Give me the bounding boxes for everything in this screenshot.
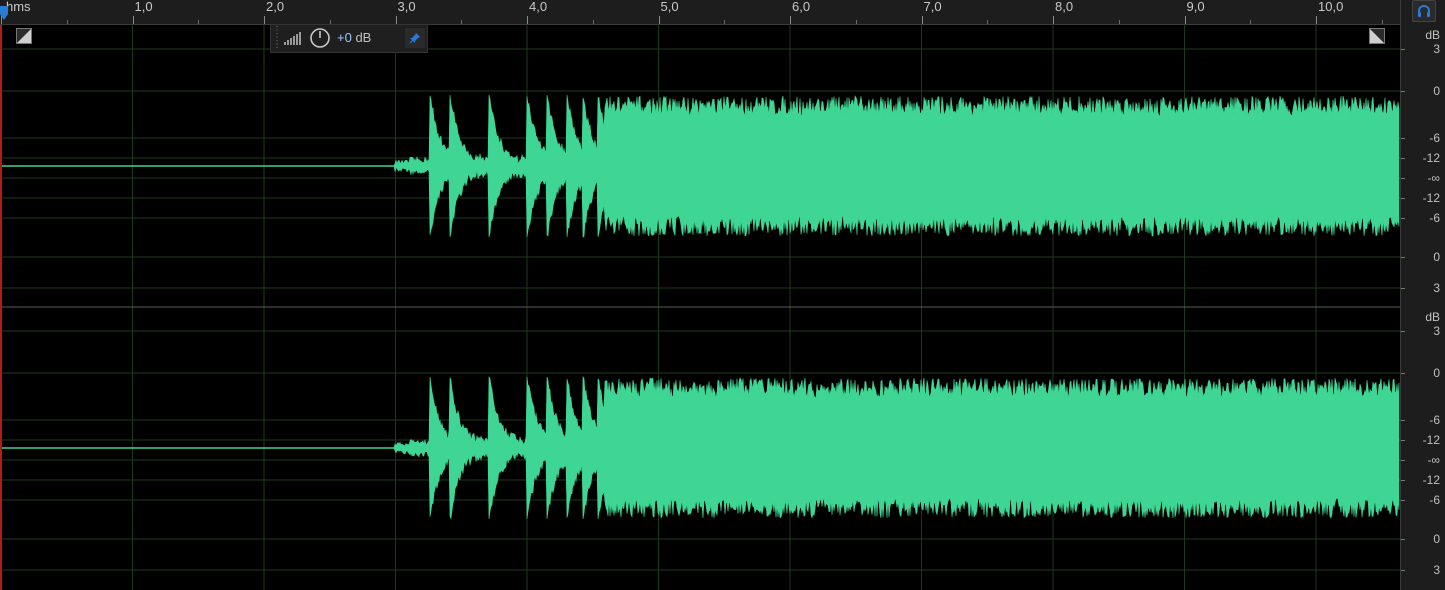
db-label: -12	[1422, 433, 1440, 447]
fade-in-icon[interactable]	[16, 28, 32, 44]
time-label: 7,0	[923, 0, 942, 14]
gain-unit: dB	[355, 30, 372, 45]
db-tick	[1401, 570, 1405, 571]
ruler-tick	[1184, 16, 1186, 24]
time-label: 3,0	[397, 0, 416, 14]
db-unit-label: dB	[1425, 28, 1440, 42]
ruler-tick	[1118, 20, 1120, 24]
db-tick	[1401, 138, 1405, 139]
db-unit-label: dB	[1425, 310, 1440, 324]
ruler-tick	[1381, 20, 1383, 24]
ruler-tick	[724, 20, 726, 24]
db-label: 3	[1433, 42, 1440, 56]
ruler-tick	[658, 16, 660, 24]
db-tick	[1401, 420, 1405, 421]
ruler-tick	[790, 16, 791, 24]
db-label: -12	[1422, 473, 1440, 487]
time-label: 10,0	[1318, 0, 1344, 14]
db-tick	[1401, 158, 1405, 159]
db-label: 3	[1433, 281, 1440, 295]
ruler-tick	[1053, 16, 1054, 24]
time-label: 5,0	[660, 0, 679, 14]
db-label: -∞	[1427, 171, 1440, 185]
db-tick	[1401, 500, 1405, 501]
time-unit-label: hms	[6, 0, 31, 14]
headphone-icon	[1418, 5, 1430, 17]
db-tick	[1401, 49, 1405, 50]
db-label: 3	[1433, 324, 1440, 338]
time-label: 8,0	[1055, 0, 1074, 14]
ruler-tick	[66, 20, 68, 24]
gain-knob-icon[interactable]	[309, 27, 331, 49]
gain-value: +0	[337, 30, 352, 45]
ruler-tick	[264, 16, 265, 24]
db-label: -6	[1429, 211, 1440, 225]
selection-start-line	[0, 25, 2, 590]
time-label: 1,0	[134, 0, 153, 14]
db-label: 0	[1433, 532, 1440, 546]
ruler-tick	[461, 20, 463, 24]
time-label: 2,0	[266, 0, 285, 14]
db-label: 3	[1433, 563, 1440, 577]
db-label: -6	[1429, 493, 1440, 507]
pin-icon	[409, 33, 420, 44]
gain-hud[interactable]: ⋮ ⋮ ⋮ +0 dB	[270, 24, 428, 53]
ruler-tick	[1, 16, 2, 24]
db-tick	[1401, 440, 1405, 441]
db-label: 0	[1433, 84, 1440, 98]
waveform-channel-right	[0, 376, 1400, 520]
db-tick	[1401, 198, 1405, 199]
db-tick	[1401, 288, 1405, 289]
gain-readout[interactable]: +0 dB	[337, 30, 371, 45]
db-label: 0	[1433, 250, 1440, 264]
time-label: 4,0	[529, 0, 548, 14]
time-ruler[interactable]: hms 1,0 2,0 3,0 4,0 5,0 6,0 7,0 8,0 9,0 10,0	[0, 0, 1400, 25]
db-label: -12	[1422, 151, 1440, 165]
db-tick	[1401, 218, 1405, 219]
time-label: 9,0	[1186, 0, 1205, 14]
ruler-tick	[921, 16, 923, 24]
headphone-button[interactable]	[1412, 0, 1436, 22]
ruler-tick	[198, 20, 200, 24]
db-label: -12	[1422, 191, 1440, 205]
fade-out-icon[interactable]	[1369, 28, 1385, 44]
waveform-editor[interactable]	[0, 25, 1400, 590]
ruler-tick	[527, 16, 528, 24]
db-tick	[1401, 331, 1405, 332]
pin-button[interactable]	[405, 28, 425, 48]
ruler-tick	[395, 16, 397, 24]
db-tick	[1401, 480, 1405, 481]
ruler-tick	[987, 20, 989, 24]
db-label: -6	[1429, 131, 1440, 145]
drag-handle-icon[interactable]: ⋮ ⋮ ⋮	[272, 26, 282, 50]
db-tick	[1401, 178, 1405, 179]
time-label: 6,0	[792, 0, 811, 14]
level-meter-icon	[284, 32, 301, 45]
db-tick	[1401, 91, 1405, 92]
ruler-tick	[132, 16, 134, 24]
db-tick	[1401, 539, 1405, 540]
db-tick	[1401, 257, 1405, 258]
waveform-channel-left	[0, 94, 1400, 238]
ruler-tick	[592, 20, 594, 24]
db-label: 0	[1433, 366, 1440, 380]
amplitude-ruler[interactable]: dB 3 0 -6 -12 -∞ -12 -6 0 3 dB 3 0 -6 -12 -∞ -12 -6 0 3	[1400, 0, 1445, 590]
db-tick	[1401, 373, 1405, 374]
ruler-tick	[1250, 20, 1252, 24]
db-tick	[1401, 460, 1405, 461]
db-label: -6	[1429, 413, 1440, 427]
db-label: -∞	[1427, 453, 1440, 467]
ruler-tick	[1316, 16, 1317, 24]
ruler-tick	[855, 20, 857, 24]
